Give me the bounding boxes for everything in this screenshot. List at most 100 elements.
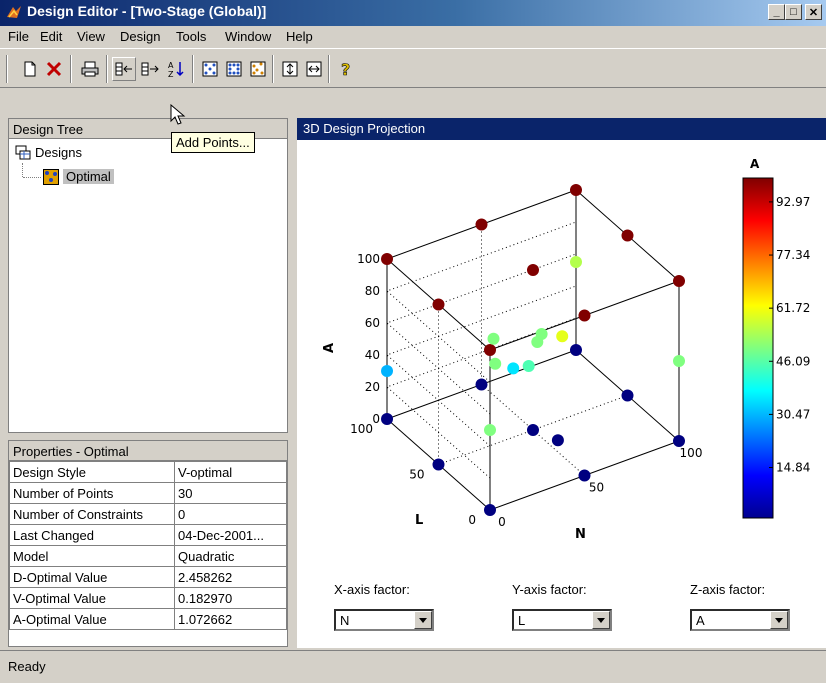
stretch-vertical-icon[interactable] [278, 57, 302, 81]
property-key: V-Optimal Value [9, 587, 175, 609]
colorbar-tick-label: 92.97 [776, 195, 810, 209]
menu-window[interactable]: Window [225, 29, 271, 44]
property-row: Number of Constraints 0 [9, 503, 287, 525]
data-point [570, 184, 582, 196]
property-row: Design Style V-optimal [9, 461, 287, 483]
x-axis-label: N [575, 527, 586, 542]
colorbar-tick-label: 14.84 [776, 461, 810, 475]
data-point [432, 458, 445, 471]
mouse-cursor-icon [170, 104, 186, 125]
data-point [432, 298, 445, 311]
chevron-down-icon[interactable] [592, 611, 610, 629]
x-axis-factor-label: X-axis factor: [334, 582, 410, 597]
data-point [484, 344, 496, 356]
toolbar-separator [328, 55, 330, 83]
add-points-icon[interactable] [112, 57, 136, 81]
svg-text:A: A [168, 61, 174, 70]
help-icon[interactable]: ? [334, 57, 358, 81]
property-value[interactable]: Quadratic [174, 545, 287, 567]
z-tick-label: 0 [372, 412, 380, 426]
colorbar-tick-label: 30.47 [776, 407, 810, 421]
grid-line [386, 221, 577, 383]
data-point [484, 424, 496, 436]
properties-header: Properties - Optimal [9, 441, 287, 461]
tree-connector [22, 163, 24, 177]
data-point [551, 434, 564, 447]
menu-help[interactable]: Help [286, 29, 313, 44]
data-points [381, 184, 685, 516]
property-value[interactable]: 0 [174, 503, 287, 525]
property-value[interactable]: 04-Dec-2001... [174, 524, 287, 546]
menu-design[interactable]: Design [120, 29, 160, 44]
menu-edit[interactable]: Edit [40, 29, 62, 44]
toolbar-separator [70, 55, 72, 83]
data-point [673, 275, 685, 287]
data-point [556, 330, 569, 343]
data-point [578, 469, 591, 482]
menu-bar: File Edit View Design Tools Window Help [0, 26, 826, 48]
x-tick-label: 50 [589, 481, 604, 495]
chevron-down-icon[interactable] [414, 611, 432, 629]
properties-pane: Properties - Optimal Design Style V-optim… [8, 440, 288, 647]
menu-file[interactable]: File [8, 29, 29, 44]
projection-header: 3D Design Projection [297, 118, 826, 140]
x-tick-label: 100 [680, 446, 703, 460]
property-value[interactable]: 0.182970 [174, 587, 287, 609]
z-tick-label: 20 [365, 380, 380, 394]
data-point [475, 218, 488, 231]
property-row: Number of Points 30 [9, 482, 287, 504]
data-point [578, 309, 591, 322]
x-axis-factor-value: N [340, 613, 350, 628]
y-axis-factor-value: L [518, 613, 526, 628]
grid-line [386, 285, 577, 447]
property-value[interactable]: V-optimal [174, 461, 287, 483]
scatter-3d-chart[interactable]: 020406080100050100050100ALN 92.9777.3461… [297, 140, 826, 560]
property-value[interactable]: 2.458262 [174, 566, 287, 588]
chevron-down-icon[interactable] [770, 611, 788, 629]
menu-tools[interactable]: Tools [176, 29, 206, 44]
colorbar-tick-label: 61.72 [776, 301, 810, 315]
delete-points-icon[interactable] [138, 57, 162, 81]
x-tick-label: 0 [498, 515, 506, 529]
design-style-2-icon[interactable] [222, 57, 246, 81]
property-key: A-Optimal Value [9, 608, 175, 630]
designs-folder-icon [15, 145, 31, 160]
toolbar-grip [6, 55, 8, 83]
z-tick-label: 100 [357, 252, 380, 266]
x-axis-factor-select[interactable]: N [334, 609, 434, 631]
z-axis-factor-select[interactable]: A [690, 609, 790, 631]
axis-ticks: 020406080100050100050100ALN [322, 252, 702, 542]
delete-icon[interactable] [42, 57, 66, 81]
stretch-horizontal-icon[interactable] [302, 57, 326, 81]
y-axis-factor-select[interactable]: L [512, 609, 612, 631]
data-point [381, 365, 393, 377]
y-tick-label: 100 [350, 422, 373, 436]
print-icon[interactable] [78, 57, 102, 81]
data-point [570, 344, 582, 356]
add-points-tooltip: Add Points... [171, 132, 255, 153]
y-tick-label: 50 [409, 468, 424, 482]
close-button[interactable]: ✕ [805, 4, 822, 20]
data-point [487, 332, 500, 345]
y-axis-factor-label: Y-axis factor: [512, 582, 587, 597]
design-style-1-icon[interactable] [198, 57, 222, 81]
property-key: Number of Points [9, 482, 175, 504]
property-row: D-Optimal Value 2.458262 [9, 566, 287, 588]
svg-text:?: ? [341, 60, 350, 78]
data-point [621, 389, 634, 402]
property-value[interactable]: 30 [174, 482, 287, 504]
menu-view[interactable]: View [77, 29, 105, 44]
property-value[interactable]: 1.072662 [174, 608, 287, 630]
sort-icon[interactable]: AZ [164, 57, 188, 81]
maximize-button[interactable]: □ [785, 4, 802, 20]
minimize-button[interactable]: _ [768, 4, 785, 20]
cube-wireframe [386, 189, 680, 511]
data-point [527, 424, 539, 436]
property-row: V-Optimal Value 0.182970 [9, 587, 287, 609]
title-bar[interactable]: Design Editor - [Two-Stage (Global)] _ □… [0, 0, 826, 26]
new-design-icon[interactable] [18, 57, 42, 81]
design-style-3-icon[interactable] [246, 57, 270, 81]
data-point [489, 357, 502, 370]
colorbar [742, 177, 774, 519]
data-point [673, 435, 685, 447]
